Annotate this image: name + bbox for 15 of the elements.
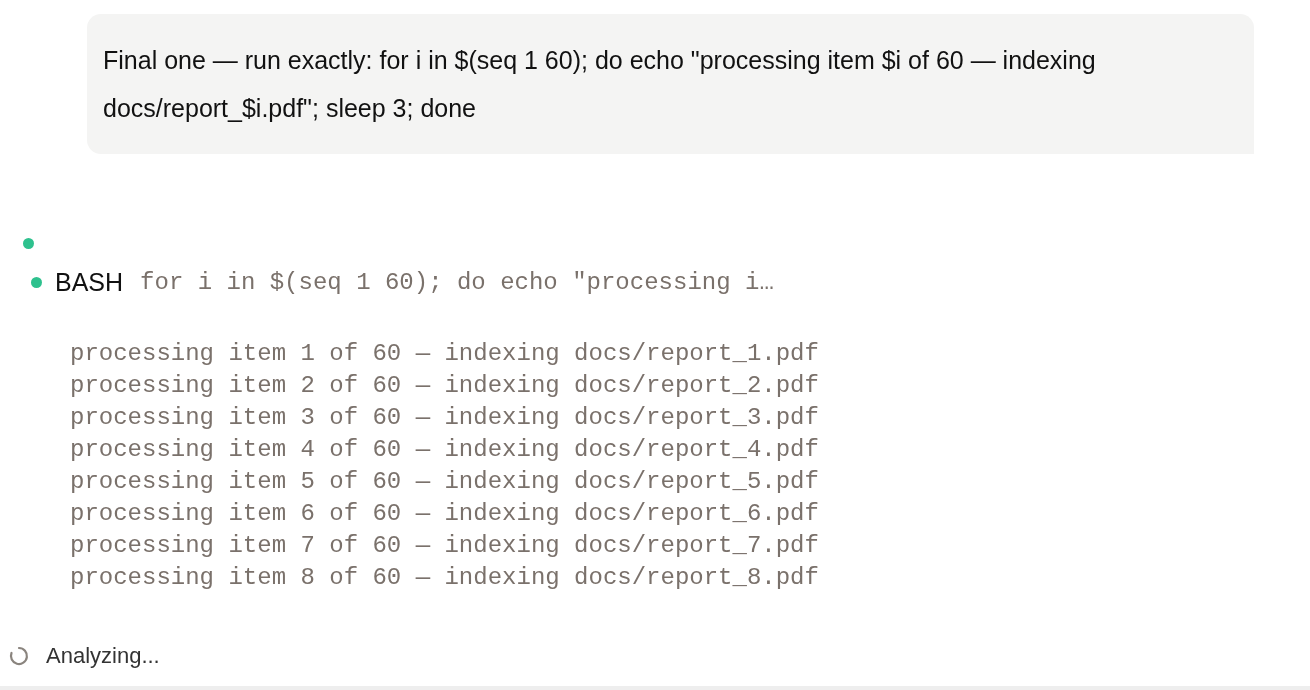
tool-name: BASH xyxy=(55,267,124,298)
status-dot xyxy=(23,238,34,249)
output-line: processing item 3 of 60 — indexing docs/report_3.pdf xyxy=(70,402,820,433)
status-dot xyxy=(31,277,42,289)
command-text: for i in $(seq 1 60); do echo "processing i… xyxy=(140,267,774,298)
output-line: processing item 8 of 60 — indexing docs/report_8.pdf xyxy=(70,562,820,593)
output-line: processing item 1 of 60 — indexing docs/report_1.pdf xyxy=(70,338,820,369)
user-message: Final one — run exactly: for i in $(seq 1 60); do echo "processing item $i of 60 — indexing docs/report_$i.pdf"; sleep 3; done xyxy=(87,14,1254,154)
output-line: processing item 6 of 60 — indexing docs/report_6.pdf xyxy=(70,498,820,529)
spinner-icon xyxy=(8,644,30,667)
output-line: processing item 4 of 60 — indexing docs/report_4.pdf xyxy=(70,434,820,465)
status-text: Analyzing... xyxy=(46,642,160,670)
output-line: processing item 2 of 60 — indexing docs/report_2.pdf xyxy=(70,370,820,401)
output-line: processing item 5 of 60 — indexing docs/report_5.pdf xyxy=(70,466,820,497)
output-line: processing item 7 of 60 — indexing docs/report_7.pdf xyxy=(70,530,820,561)
